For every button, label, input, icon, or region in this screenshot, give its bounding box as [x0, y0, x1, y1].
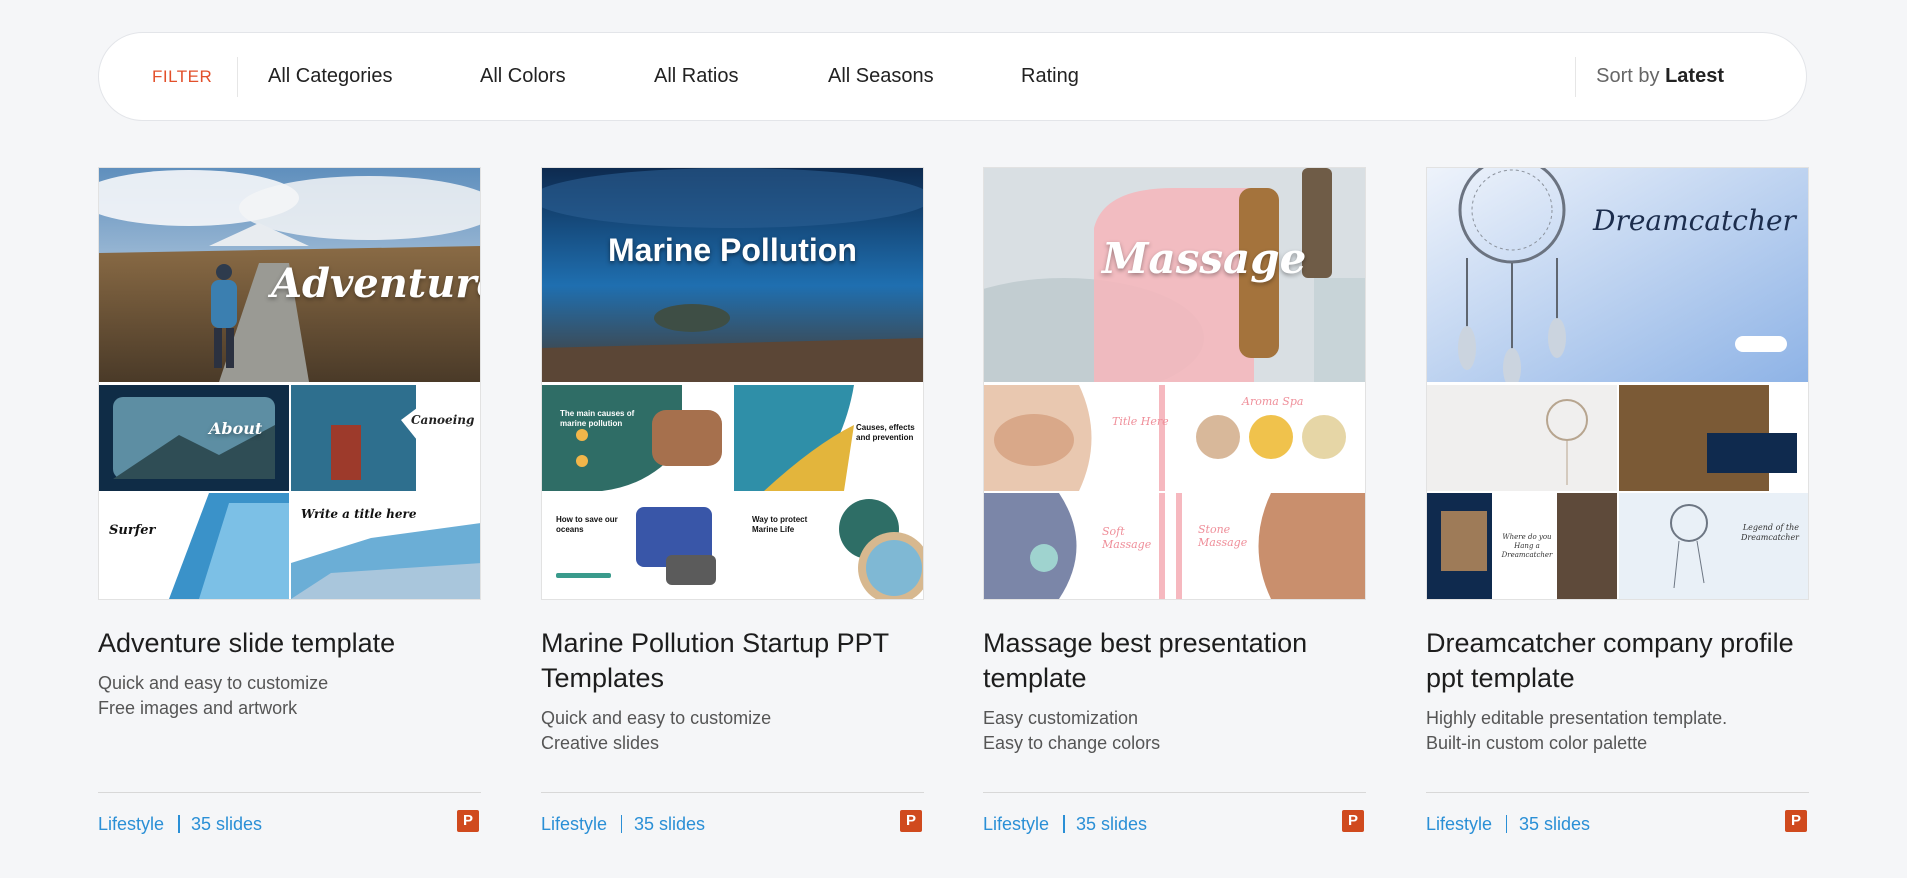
template-thumbnail[interactable]: Dreamcatcher Where do you Hang a Dreamca…: [1426, 167, 1809, 600]
desc-line: Easy customization: [983, 708, 1139, 728]
desc-line: Creative slides: [541, 733, 660, 753]
powerpoint-icon: P: [457, 810, 479, 832]
filter-all-categories[interactable]: All Categories: [268, 65, 393, 88]
slide-preview: Stone Massage: [1176, 493, 1365, 599]
template-card-massage[interactable]: Massage Title Here Aroma Spa Soft Massag…: [983, 167, 1366, 834]
slide-count: 35 slides: [634, 814, 706, 834]
desc-line: Easy to change colors: [983, 733, 1161, 753]
sort-divider: [1575, 57, 1576, 97]
slide-label: How to save our oceans: [556, 515, 618, 534]
hero-image: Dreamcatcher: [1427, 168, 1808, 382]
hero-image: Marine Pollution: [542, 168, 923, 382]
powerpoint-icon: P: [1785, 810, 1807, 832]
hero-title: Dreamcatcher: [1593, 204, 1796, 237]
category-link[interactable]: Lifestyle: [541, 814, 607, 835]
filter-bar: FILTER All Categories All Colors All Rat…: [98, 32, 1807, 121]
desc-line: Built-in custom color palette: [1426, 733, 1648, 753]
card-footer: Lifestyle 35 slides P: [541, 792, 924, 848]
slide-label: Aroma Spa: [1242, 395, 1304, 408]
hero-image: Adventure: [99, 168, 480, 382]
template-thumbnail[interactable]: Adventure About Canoeing Surfer Write a …: [98, 167, 481, 600]
card-footer: Lifestyle 35 slides P: [983, 792, 1366, 848]
filter-all-ratios[interactable]: All Ratios: [654, 65, 738, 88]
slide-preview: Where do you Hang a Dreamcatcher: [1427, 493, 1617, 599]
hero-title: Massage: [1102, 234, 1307, 283]
hero-image: Massage: [984, 168, 1365, 382]
desc-line: Free images and artwork: [98, 698, 298, 718]
desc-line: Quick and easy to customize: [98, 673, 329, 693]
card-title[interactable]: Adventure slide template: [98, 626, 481, 661]
slide-preview: How to save our oceans: [542, 493, 732, 599]
card-footer: Lifestyle 35 slides P: [1426, 792, 1809, 848]
category-link[interactable]: Lifestyle: [98, 814, 164, 835]
tag-separator: [1506, 815, 1507, 833]
template-card-adventure[interactable]: Adventure About Canoeing Surfer Write a …: [98, 167, 481, 834]
slide-label: Title Here: [1112, 415, 1169, 428]
card-description: Highly editable presentation template. B…: [1426, 706, 1809, 756]
card-description: Quick and easy to customize Free images …: [98, 671, 481, 721]
tag-separator: [1063, 815, 1065, 833]
filter-all-seasons[interactable]: All Seasons: [828, 65, 934, 88]
slide-label: Way to protect Marine Life: [752, 515, 808, 534]
filter-rating[interactable]: Rating: [1021, 65, 1079, 88]
slide-preview: The main causes of marine pollution: [542, 385, 732, 491]
card-description: Easy customization Easy to change colors: [983, 706, 1366, 756]
card-footer: Lifestyle 35 slides P: [98, 792, 481, 848]
slide-preview: Surfer: [99, 493, 289, 599]
slide-preview: [1427, 385, 1617, 491]
filter-all-colors[interactable]: All Colors: [480, 65, 566, 88]
slide-preview: Aroma Spa: [1176, 385, 1365, 491]
template-card-dreamcatcher[interactable]: Dreamcatcher Where do you Hang a Dreamca…: [1426, 167, 1809, 834]
slide-label: Write a title here: [301, 507, 417, 521]
slide-preview: Canoeing: [291, 385, 480, 491]
slide-preview: About: [99, 385, 289, 491]
card-description: Quick and easy to customize Creative sli…: [541, 706, 924, 756]
slide-label: Canoeing: [411, 413, 475, 427]
filter-divider: [237, 57, 238, 97]
category-link[interactable]: Lifestyle: [983, 814, 1049, 835]
slide-preview: Way to protect Marine Life: [734, 493, 923, 599]
slide-label: Surfer: [109, 523, 156, 538]
tag-separator: [621, 815, 622, 833]
sort-prefix: Sort by: [1596, 65, 1660, 87]
slide-count: 35 slides: [1076, 814, 1148, 834]
category-link[interactable]: Lifestyle: [1426, 814, 1492, 835]
desc-line: Highly editable presentation template.: [1426, 708, 1728, 728]
slide-preview: [1619, 385, 1808, 491]
hero-title: Marine Pollution: [608, 232, 857, 268]
slide-label: The main causes of marine pollution: [560, 409, 635, 428]
sort-value: Latest: [1665, 65, 1724, 87]
slide-count: 35 slides: [191, 814, 263, 834]
slide-label: Soft Massage: [1102, 525, 1152, 551]
template-card-marine-pollution[interactable]: Marine Pollution The main causes of mari…: [541, 167, 924, 834]
slide-preview: Soft Massage: [984, 493, 1174, 599]
tag-separator: [178, 815, 180, 833]
slide-preview: Causes, effects and prevention: [734, 385, 923, 491]
card-title[interactable]: Marine Pollution Startup PPT Templates: [541, 626, 924, 696]
template-thumbnail[interactable]: Massage Title Here Aroma Spa Soft Massag…: [983, 167, 1366, 600]
slide-label: Causes, effects and prevention: [856, 423, 915, 442]
template-thumbnail[interactable]: Marine Pollution The main causes of mari…: [541, 167, 924, 600]
filter-label: FILTER: [152, 67, 213, 86]
powerpoint-icon: P: [1342, 810, 1364, 832]
desc-line: Quick and easy to customize: [541, 708, 772, 728]
slide-count: 35 slides: [1519, 814, 1591, 834]
sort-dropdown[interactable]: Sort by Latest: [1596, 65, 1724, 88]
card-title[interactable]: Massage best presentation template: [983, 626, 1366, 696]
slide-label: Where do you Hang a Dreamcatcher: [1501, 533, 1553, 559]
card-title[interactable]: Dreamcatcher company profile ppt templat…: [1426, 626, 1809, 696]
slide-preview: Title Here: [984, 385, 1174, 491]
powerpoint-icon: P: [900, 810, 922, 832]
slide-preview: Write a title here: [291, 493, 480, 599]
slide-label: Stone Massage: [1198, 523, 1248, 549]
slide-label: About: [209, 419, 263, 438]
slide-label: Legend of the Dreamcatcher: [1741, 523, 1799, 542]
hero-title: Adventure: [271, 260, 480, 307]
slide-preview: Legend of the Dreamcatcher: [1619, 493, 1808, 599]
